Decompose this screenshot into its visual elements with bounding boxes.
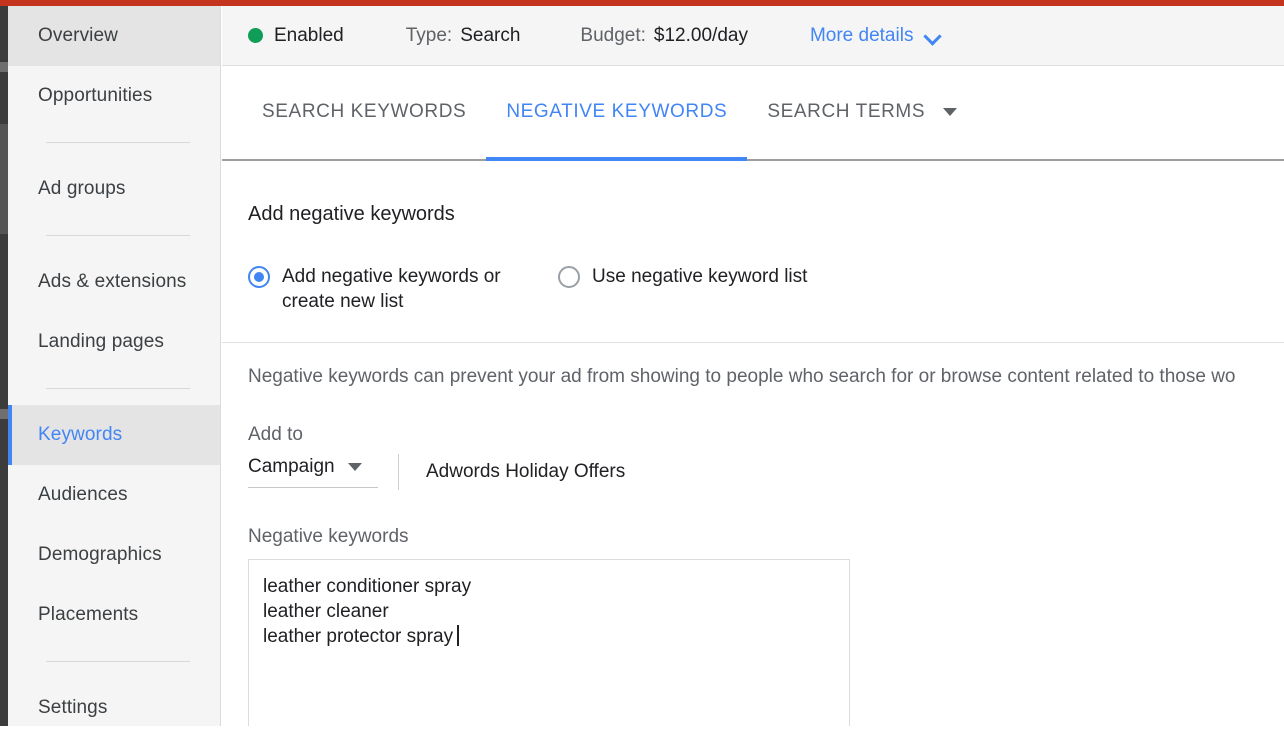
sidebar-item-ads-extensions[interactable]: Ads & extensions <box>8 252 220 312</box>
caret-down-icon <box>347 463 362 471</box>
tab-negative-keywords[interactable]: NEGATIVE KEYWORDS <box>486 64 748 161</box>
keyword-line: leather cleaner <box>263 601 389 622</box>
campaign-type: Type: Search <box>406 25 521 47</box>
tab-label: SEARCH TERMS <box>767 100 926 122</box>
tab-search-terms[interactable]: SEARCH TERMS <box>747 64 977 159</box>
radio-button-icon <box>558 266 580 288</box>
sidebar-item-landing-pages[interactable]: Landing pages <box>8 312 220 372</box>
campaign-summary-bar: Enabled Type: Search Budget: $12.00/day … <box>222 6 1284 66</box>
page-title: Add negative keywords <box>248 203 455 225</box>
add-to-row: Campaign Adwords Holiday Offers <box>248 454 1284 490</box>
sidebar-item-settings[interactable]: Settings <box>8 678 220 738</box>
sidebar-divider <box>46 235 190 236</box>
sidebar-divider <box>46 388 190 389</box>
vertical-separator <box>398 454 399 490</box>
tab-label: SEARCH KEYWORDS <box>262 100 467 122</box>
sidebar-item-label: Keywords <box>38 424 123 445</box>
sidebar-item-label: Overview <box>38 25 118 46</box>
campaign-status-label: Enabled <box>274 24 344 46</box>
status-dot-icon <box>248 28 263 43</box>
campaign-budget-label: Budget: <box>580 24 646 46</box>
tab-label: NEGATIVE KEYWORDS <box>506 100 728 122</box>
sidebar-divider <box>46 661 190 662</box>
sidebar-item-overview[interactable]: Overview <box>8 6 220 66</box>
keyword-line-with-caret: leather protector spray <box>263 624 835 649</box>
keyword-line-text: leather protector spray <box>263 626 454 647</box>
sidebar-item-opportunities[interactable]: Opportunities <box>8 66 220 126</box>
campaign-budget-value: $12.00/day <box>653 24 748 46</box>
rail-segment <box>0 409 8 419</box>
scope-select[interactable]: Campaign <box>248 456 378 488</box>
top-red-accent-bar <box>0 0 1284 6</box>
sidebar-item-label: Landing pages <box>38 331 164 352</box>
rail-segment <box>0 62 8 72</box>
campaign-name-value: Adwords Holiday Offers <box>426 461 626 482</box>
sidebar-item-keywords[interactable]: Keywords <box>8 405 220 465</box>
radio-add-negative-keywords-or-create-new-list[interactable]: Add negative keywords or create new list <box>248 264 522 314</box>
more-details-label: More details <box>809 24 914 46</box>
sidebar-item-placements[interactable]: Placements <box>8 585 220 645</box>
sidebar-item-label: Opportunities <box>38 85 153 106</box>
left-edge-rail <box>0 6 8 726</box>
sidebar-divider <box>46 142 190 143</box>
more-details-toggle[interactable]: More details <box>810 25 941 47</box>
caret-down-icon[interactable] <box>943 107 958 116</box>
sidebar-item-label: Audiences <box>38 484 128 505</box>
chevron-down-icon <box>926 29 940 43</box>
section-divider <box>222 342 1284 343</box>
radio-button-icon <box>248 266 270 288</box>
scope-select-value: Campaign <box>248 456 335 477</box>
tab-search-keywords[interactable]: SEARCH KEYWORDS <box>242 64 486 159</box>
sidebar-item-ad-groups[interactable]: Ad groups <box>8 159 220 219</box>
add-negative-keywords-panel: Add negative keywords Add negative keywo… <box>222 161 1284 726</box>
campaign-type-value: Search <box>460 24 521 46</box>
sidebar-item-label: Ads & extensions <box>38 271 187 292</box>
text-cursor <box>457 625 460 646</box>
negative-keyword-source-radio-group: Add negative keywords or create new list… <box>248 264 1284 342</box>
sidebar-item-label: Ad groups <box>38 178 126 199</box>
campaign-status: Enabled <box>248 25 344 47</box>
radio-label: Use negative keyword list <box>592 266 808 287</box>
radio-use-negative-keyword-list[interactable]: Use negative keyword list <box>558 264 807 289</box>
keywords-tab-bar: SEARCH KEYWORDS NEGATIVE KEYWORDS SEARCH… <box>222 66 1284 161</box>
radio-label: Add negative keywords or create new list <box>282 266 501 312</box>
main-content-area: Enabled Type: Search Budget: $12.00/day … <box>222 6 1284 726</box>
sidebar-item-demographics[interactable]: Demographics <box>8 525 220 585</box>
sidebar-nav: Overview Opportunities Ad groups Ads & e… <box>8 6 221 726</box>
sidebar-item-label: Demographics <box>38 544 162 565</box>
negative-keywords-label: Negative keywords <box>248 526 409 547</box>
keyword-line: leather conditioner spray <box>263 576 472 597</box>
campaign-type-label: Type: <box>405 24 453 46</box>
negative-keywords-textarea[interactable]: leather conditioner spray leather cleane… <box>248 559 850 726</box>
rail-segment <box>0 124 8 234</box>
add-to-label: Add to <box>248 424 303 445</box>
campaign-budget: Budget: $12.00/day <box>580 25 748 47</box>
sidebar-item-label: Placements <box>38 604 139 625</box>
sidebar-item-audiences[interactable]: Audiences <box>8 465 220 525</box>
sidebar-item-label: Settings <box>38 697 108 718</box>
help-text: Negative keywords can prevent your ad fr… <box>248 366 1236 387</box>
